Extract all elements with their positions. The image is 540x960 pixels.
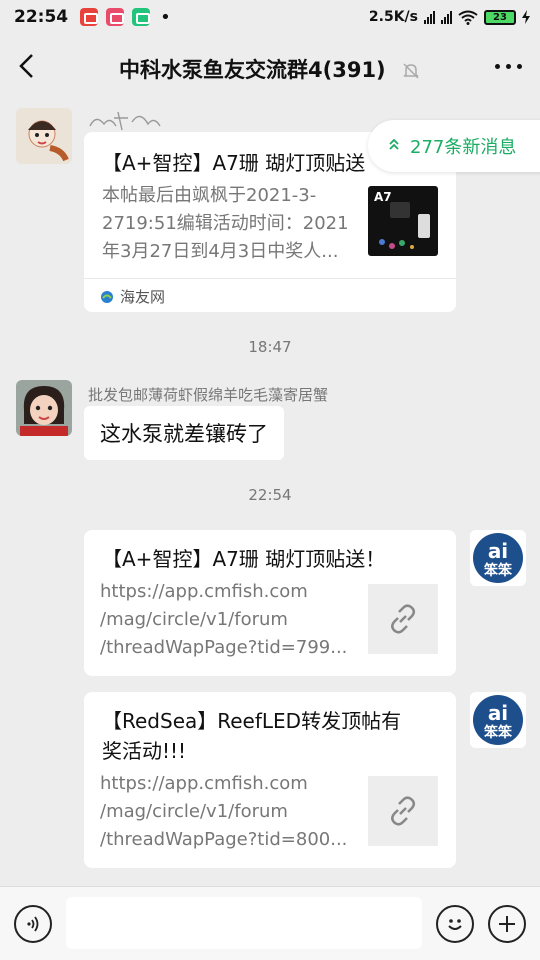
haiyou-logo-icon [101, 290, 113, 303]
my-avatar-label: 笨笨 [484, 563, 512, 579]
card-title: 【A+智控】A7珊 瑚灯顶贴送 [102, 151, 366, 175]
card-desc-line: 2719:51编辑活动时间：2021 [102, 213, 349, 234]
link-url-line: /threadWapPage?tid=800... [100, 829, 348, 850]
link-title-line: 【RedSea】ReefLED转发顶帖有 [102, 709, 402, 733]
double-chevron-up-icon [388, 138, 400, 154]
voice-icon[interactable] [14, 905, 52, 943]
network-speed: 2.5K/s [368, 9, 418, 25]
link-url-line: https://app.cmfish.com [100, 581, 308, 602]
bell-off-icon [403, 63, 419, 79]
wifi-icon [458, 10, 478, 25]
link-url-line: /threadWapPage?tid=799... [100, 637, 348, 658]
timestamp: 18:47 [248, 338, 292, 356]
sender-name: 批发包邮薄荷虾假绵羊吃毛藻寄居蟹 [88, 386, 329, 404]
status-time: 22:54 [14, 7, 69, 27]
chat-header: 中科水泵鱼友交流群4(391) [0, 34, 540, 98]
link-icon [368, 584, 438, 654]
status-dot: • [160, 6, 171, 28]
link-url-line: /mag/circle/v1/forum [100, 609, 288, 630]
card-desc-line: 本帖最后由飒枫于2021-3- [102, 185, 317, 206]
link-url: https://app.cmfish.com /mag/circle/v1/fo… [100, 578, 360, 662]
card-source: 海友网 [100, 286, 165, 307]
status-bar: 22:54 • 2.5K/s 23 [0, 0, 540, 34]
link-url-line: /mag/circle/v1/forum [100, 801, 288, 822]
link-title: 【A+智控】A7珊 瑚灯顶贴送！ [102, 547, 386, 571]
link-message-card[interactable]: 【A+智控】A7珊 瑚灯顶贴送！ https://app.cmfish.com … [84, 530, 456, 676]
emoji-icon[interactable] [436, 905, 474, 943]
signal-icon-2 [441, 10, 452, 24]
charging-icon [522, 10, 530, 24]
sender-avatar[interactable] [16, 108, 72, 164]
timestamp: 22:54 [248, 486, 292, 504]
source-label: 海友网 [120, 288, 166, 306]
sender-signature-icon [89, 111, 161, 131]
group-name: 中科水泵鱼友交流群4(391) [119, 58, 386, 82]
link-message-card[interactable]: 【RedSea】ReefLED转发顶帖有 奖活动!!! https://app.… [84, 692, 456, 868]
my-avatar-label: 笨笨 [484, 725, 512, 741]
more-dots-icon[interactable] [495, 64, 522, 69]
card-thumbnail: A7 [368, 186, 438, 256]
card-description: 本帖最后由飒枫于2021-3- 2719:51编辑活动时间：2021 年3月27… [102, 182, 352, 266]
new-messages-button[interactable]: 277条新消息 [368, 120, 540, 172]
sender-avatar[interactable] [16, 380, 72, 436]
card-desc-line: 年3月27日到4月3日中奖人... [102, 241, 339, 262]
link-url: https://app.cmfish.com /mag/circle/v1/fo… [100, 770, 360, 854]
shield-app-icon [132, 8, 151, 26]
my-avatar[interactable]: ai 笨笨 [470, 530, 526, 586]
text-message-bubble[interactable]: 这水泵就差镶砖了 [84, 406, 284, 460]
link-icon [368, 776, 438, 846]
plus-icon[interactable] [488, 905, 526, 943]
message-input[interactable] [66, 897, 422, 949]
album-app-icon [80, 8, 99, 26]
new-messages-label: 277条新消息 [410, 137, 517, 158]
status-indicators: 2.5K/s 23 [369, 9, 530, 25]
input-bar [0, 886, 540, 960]
link-url-line: https://app.cmfish.com [100, 773, 308, 794]
link-title-line: 奖活动!!! [102, 739, 187, 763]
card-divider [84, 278, 456, 279]
my-avatar[interactable]: ai 笨笨 [470, 692, 526, 748]
chat-title: 中科水泵鱼友交流群4(391) [0, 54, 540, 84]
signal-icon [424, 10, 435, 24]
link-title: 【RedSea】ReefLED转发顶帖有 奖活动!!! [102, 706, 442, 766]
pinduoduo-app-icon [106, 8, 125, 26]
battery-icon: 23 [484, 9, 516, 25]
